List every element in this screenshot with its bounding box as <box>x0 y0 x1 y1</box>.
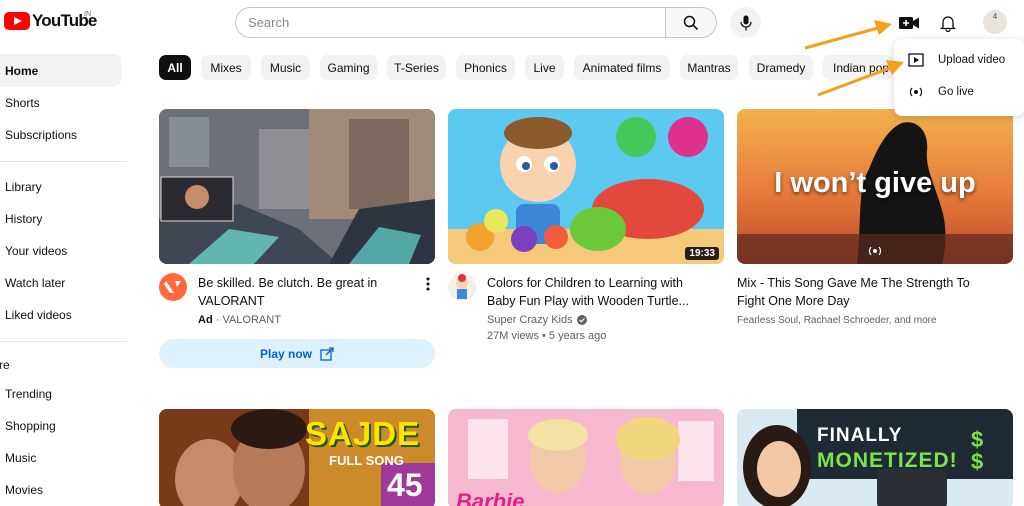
youtube-play-icon <box>4 12 30 30</box>
avatar-text: 4 <box>992 12 998 21</box>
video-thumbnail[interactable]: I won’t give up <box>737 109 1013 264</box>
cartoon-baby-illustration <box>448 109 724 264</box>
live-broadcast-icon <box>909 87 923 97</box>
thumbnail-caption: I won’t give up <box>774 167 976 199</box>
sidebar-item-your-videos[interactable]: Your videos <box>0 234 121 267</box>
valorant-logo-icon <box>164 281 181 293</box>
channel-avatar-super-crazy-kids[interactable] <box>448 273 476 301</box>
microphone-icon <box>739 15 752 30</box>
chip-all[interactable]: All <box>159 55 191 80</box>
kebab-menu-icon <box>426 277 430 291</box>
chip-animated-films[interactable]: Animated films <box>574 55 670 80</box>
video-add-icon <box>899 17 919 29</box>
account-avatar[interactable]: 4 <box>983 10 1007 34</box>
chip-music[interactable]: Music <box>261 55 310 80</box>
sidebar-item-watch-later[interactable]: Watch later <box>0 266 121 299</box>
video-title[interactable]: Colors for Children to Learning with Bab… <box>487 274 712 310</box>
chip-phonics[interactable]: Phonics <box>456 55 515 80</box>
video-title[interactable]: Mix - This Song Gave Me The Strength To … <box>737 274 997 310</box>
channel-name[interactable]: Super Crazy Kids <box>487 314 573 326</box>
video-thumbnail[interactable]: SAJDE FULL SONG 45 <box>159 409 435 506</box>
sidebar-item-movies[interactable]: Movies <box>0 473 121 506</box>
sidebar-item-library[interactable]: Library <box>0 170 121 203</box>
more-options-button[interactable] <box>424 276 432 292</box>
masthead: YouTube IN Search 4 <box>0 0 1024 44</box>
chip-t-series[interactable]: T-Series <box>387 55 446 80</box>
thumbnail-number: 45 <box>387 467 423 503</box>
sidebar-divider <box>0 161 127 162</box>
search-placeholder: Search <box>248 15 290 30</box>
video-duration: 19:33 <box>685 247 719 260</box>
chip-mixes[interactable]: Mixes <box>201 55 251 80</box>
video-thumbnail[interactable] <box>159 109 435 264</box>
channel-avatar-valorant[interactable] <box>159 273 187 301</box>
thumbnail-title: FINALLY <box>817 425 903 446</box>
thumbnail-subtitle: FULL SONG <box>329 453 404 468</box>
sidebar-item-history[interactable]: History <box>0 202 121 235</box>
video-stats: 27M views • 5 years ago <box>487 330 607 342</box>
mix-badge <box>737 245 1013 263</box>
create-menu: Upload video Go live <box>894 39 1024 116</box>
sidebar-item-home[interactable]: Home <box>0 54 121 87</box>
channel-row: Super Crazy Kids <box>487 314 587 326</box>
sidebar-divider <box>0 341 127 342</box>
sidebar-item-liked-videos[interactable]: Liked videos <box>0 298 121 331</box>
video-thumbnail[interactable]: Barbie <box>448 409 724 506</box>
thumbnail-title: SAJDE <box>305 415 421 452</box>
game-scene-illustration <box>159 109 435 264</box>
ad-meta: Ad · VALORANT <box>198 314 281 326</box>
chip-gaming[interactable]: Gaming <box>320 55 377 80</box>
upload-play-icon <box>908 53 924 67</box>
sidebar-item-music[interactable]: Music <box>0 441 121 474</box>
menu-item-upload-video[interactable]: Upload video <box>894 44 1024 76</box>
voice-search-button[interactable] <box>730 7 761 38</box>
external-link-icon <box>320 346 334 361</box>
notifications-button[interactable] <box>937 12 959 34</box>
video-title[interactable]: Be skilled. Be clutch. Be great in VALOR… <box>198 274 413 310</box>
dollar-signs: $ $ <box>971 427 984 474</box>
search-input[interactable]: Search <box>235 7 666 38</box>
chip-dramedy[interactable]: Dramedy <box>749 55 813 80</box>
video-thumbnail[interactable]: 19:33 <box>448 109 724 264</box>
menu-item-label: Go live <box>938 86 974 98</box>
ad-badge: Ad <box>198 314 213 326</box>
bell-icon <box>940 16 956 32</box>
logo-region: IN <box>84 11 91 18</box>
channel-name: · VALORANT <box>215 314 281 326</box>
video-thumbnail[interactable]: FINALLY MONETIZED! $ $ <box>737 409 1013 506</box>
play-now-label: Play now <box>259 346 312 361</box>
sidebar-item-shorts[interactable]: Shorts <box>0 86 121 119</box>
chip-live[interactable]: Live <box>525 55 564 80</box>
sidebar-section-explore-title: re <box>0 358 10 372</box>
search-button[interactable] <box>665 7 717 38</box>
create-button[interactable] <box>897 12 921 34</box>
menu-item-go-live[interactable]: Go live <box>894 76 1024 108</box>
channel-name[interactable]: Fearless Soul, Rachael Schroeder, and mo… <box>737 315 937 326</box>
sidebar-item-subscriptions[interactable]: Subscriptions <box>0 118 121 151</box>
thumbnail-subtitle: MONETIZED! <box>817 449 958 472</box>
youtube-logo[interactable]: YouTube IN <box>4 11 97 31</box>
broadcast-icon <box>868 246 882 256</box>
sidebar-item-trending[interactable]: Trending <box>0 377 121 410</box>
verified-check-icon <box>576 315 587 325</box>
menu-item-label: Upload video <box>938 54 1006 66</box>
cartoon-kid-avatar-icon <box>456 274 468 299</box>
search-icon <box>683 15 699 30</box>
sidebar-item-shopping[interactable]: Shopping <box>0 409 121 442</box>
chip-mantras[interactable]: Mantras <box>680 55 738 80</box>
chip-indian-pop[interactable]: Indian pop <box>823 55 893 80</box>
play-now-button[interactable]: Play now <box>159 339 435 368</box>
thumbnail-title: Barbie <box>456 489 525 506</box>
